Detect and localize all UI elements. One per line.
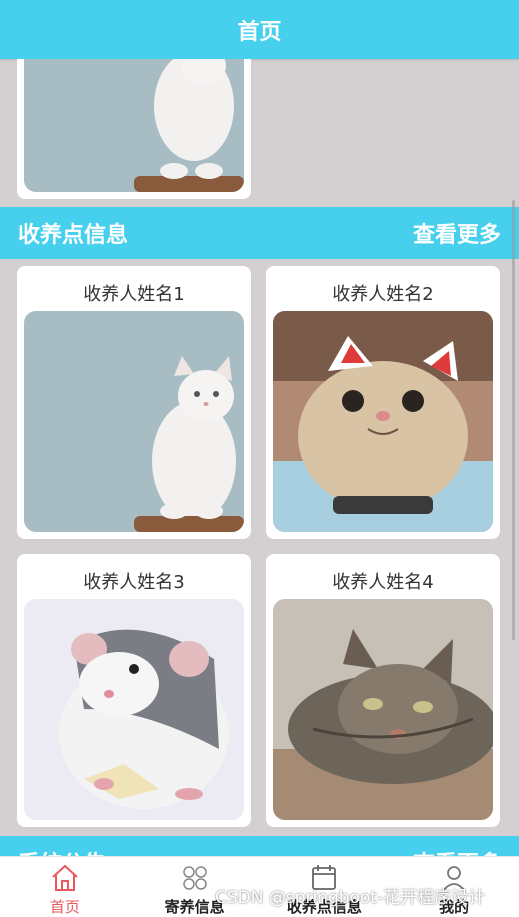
- watermark: CSDN @springboot-花开程序设计: [215, 888, 486, 908]
- white-cat-photo: [24, 311, 244, 532]
- section-title: 收养点信息: [18, 223, 129, 248]
- partial-card[interactable]: [17, 59, 251, 199]
- tab-home-label: 首页: [49, 898, 80, 916]
- adopter-card-4[interactable]: 收养人姓名4: [266, 554, 500, 827]
- adopter-card-1[interactable]: 收养人姓名1: [17, 266, 251, 539]
- next-view-more-link[interactable]: 查看更多: [413, 846, 501, 856]
- scrollbar[interactable]: [512, 200, 515, 640]
- view-more-link[interactable]: 查看更多: [413, 217, 501, 249]
- page-title-bar: 首页: [0, 0, 519, 59]
- rat-photo: [24, 599, 244, 820]
- cat-photo: [24, 59, 244, 192]
- adopter-card-2[interactable]: 收养人姓名2: [266, 266, 500, 539]
- adopter-card-3[interactable]: 收养人姓名3: [17, 554, 251, 827]
- adopter-name: 收养人姓名3: [83, 572, 185, 593]
- tabby-cat-photo: [273, 599, 493, 820]
- cat-costume-photo: [273, 311, 493, 532]
- home-icon: [52, 864, 78, 891]
- flower-icon: [182, 866, 207, 890]
- section-header: 收养点信息 查看更多: [0, 207, 519, 259]
- white-cat-image: [24, 59, 244, 192]
- adopter-name: 收养人姓名1: [83, 284, 185, 305]
- adopter-name: 收养人姓名2: [332, 284, 434, 305]
- main-content[interactable]: 收养点信息 查看更多 收养人姓名1 收养人姓名2 收养人姓名3 收养人姓名4: [0, 59, 519, 856]
- adopter-name: 收养人姓名4: [332, 572, 434, 593]
- next-section-title: 系统公告: [18, 846, 106, 856]
- tab-home[interactable]: 首页: [5, 857, 125, 917]
- page-title: 首页: [237, 19, 282, 45]
- next-section-header: 系统公告 查看更多: [0, 836, 519, 856]
